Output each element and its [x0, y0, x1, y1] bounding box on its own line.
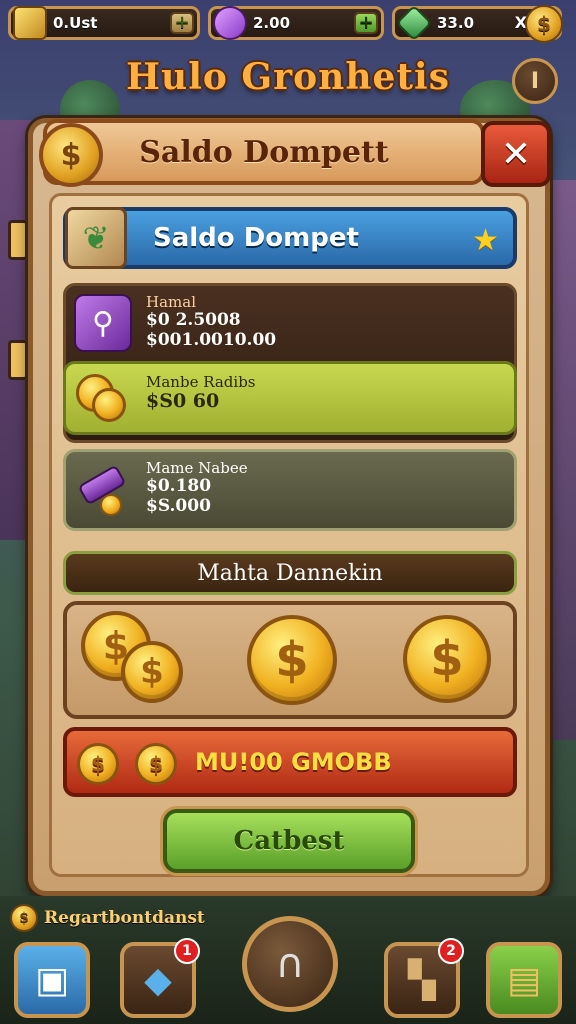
blue-cube-icon: ◆	[144, 959, 172, 1001]
green-gem-resource-counter: 33.0 X $	[392, 4, 563, 43]
wallet-panel: $ Saldo Dompett ✕ ❦ Saldo Dompet ★ ⚲ Ham…	[28, 118, 551, 896]
leaf-map-icon: ❦	[65, 207, 127, 269]
gold-resource-value: 0.Ust	[53, 14, 98, 32]
green-gem-resource-value: 33.0	[437, 14, 475, 32]
item-name: Mame Nabee	[146, 459, 248, 477]
boots-button[interactable]: ▚ 2	[384, 938, 464, 1018]
gold-coin-icon[interactable]: $	[247, 615, 337, 705]
add-gems-button[interactable]: +	[354, 12, 378, 34]
notification-badge: 1	[174, 938, 200, 964]
coin-icon: $	[77, 743, 119, 785]
bonus-label: MU!00 GMOBB	[195, 748, 392, 776]
blue-chest-icon: ▣	[34, 959, 69, 1001]
gem-resource-value: 2.00	[253, 14, 291, 32]
gold-coin-icon[interactable]: $	[403, 615, 491, 703]
game-title: Hulo Gronhetis	[126, 56, 450, 98]
purple-tool-icon: ⚲	[74, 294, 132, 352]
item-value: $0.180	[146, 476, 212, 497]
resource-bar: 0.Ust + 2.00 + 33.0 X $	[8, 4, 568, 44]
shop-chest-button[interactable]: ▣	[14, 942, 90, 1018]
item-value: $S0 60	[146, 390, 220, 413]
wallet-item[interactable]: Manbe Radibs $S0 60	[63, 361, 517, 435]
item-name: Hamal	[146, 293, 196, 311]
notification-badge: 2	[438, 938, 464, 964]
wallet-balance-bar: ❦ Saldo Dompet ★	[63, 207, 517, 269]
coin-icon[interactable]: $	[525, 5, 563, 43]
star-icon[interactable]: ★	[472, 223, 499, 258]
confirm-button[interactable]: Catbest	[163, 809, 415, 873]
item-value: $001.0010.00	[146, 329, 277, 350]
bottom-status-label: Regartbontdanst	[44, 908, 205, 928]
green-gem-icon	[395, 4, 433, 42]
gold-coin-icon[interactable]: $	[121, 641, 183, 703]
bonus-banner[interactable]: $ $ MU!00 GMOBB	[63, 727, 517, 797]
gem-resource-counter: 2.00 +	[208, 6, 384, 40]
coins-display: $ $ $ $	[63, 601, 517, 719]
inventory-button[interactable]: ◆ 1	[120, 938, 200, 1018]
coin-icon: $	[10, 904, 38, 932]
panel-header: $ Saldo Dompett	[39, 119, 485, 187]
purple-scroll-icon	[74, 462, 132, 520]
background-window	[8, 220, 28, 260]
wallet-title: Saldo Dompet	[153, 223, 359, 253]
info-button[interactable]: I	[512, 58, 558, 104]
close-button[interactable]: ✕	[481, 121, 551, 187]
gold-resource-counter: 0.Ust +	[8, 6, 200, 40]
magnet-button[interactable]: ∩	[242, 916, 338, 1012]
treasure-chest-button[interactable]: ▤	[486, 942, 562, 1018]
coin-icon: $	[39, 123, 103, 187]
bottom-status: $ Regartbontdanst	[10, 904, 205, 932]
background-window	[8, 340, 28, 380]
panel-title: Saldo Dompett	[139, 134, 389, 170]
purple-gem-icon	[213, 6, 247, 40]
coin-icon: $	[135, 743, 177, 785]
add-gold-button[interactable]: +	[170, 12, 194, 34]
wallet-item[interactable]: Mame Nabee $0.180 $S.000	[63, 449, 517, 531]
magnet-icon: ∩	[275, 941, 305, 987]
item-value: $0 2.5008	[146, 310, 241, 331]
boots-icon: ▚	[408, 959, 436, 1001]
section-header: Mahta Dannekin	[63, 551, 517, 595]
item-name: Manbe Radibs	[146, 373, 256, 391]
treasure-chest-icon: ▤	[506, 959, 541, 1001]
item-value: $S.000	[146, 495, 211, 516]
gold-coin-stack-icon	[74, 370, 132, 428]
gold-bars-icon	[13, 6, 47, 40]
